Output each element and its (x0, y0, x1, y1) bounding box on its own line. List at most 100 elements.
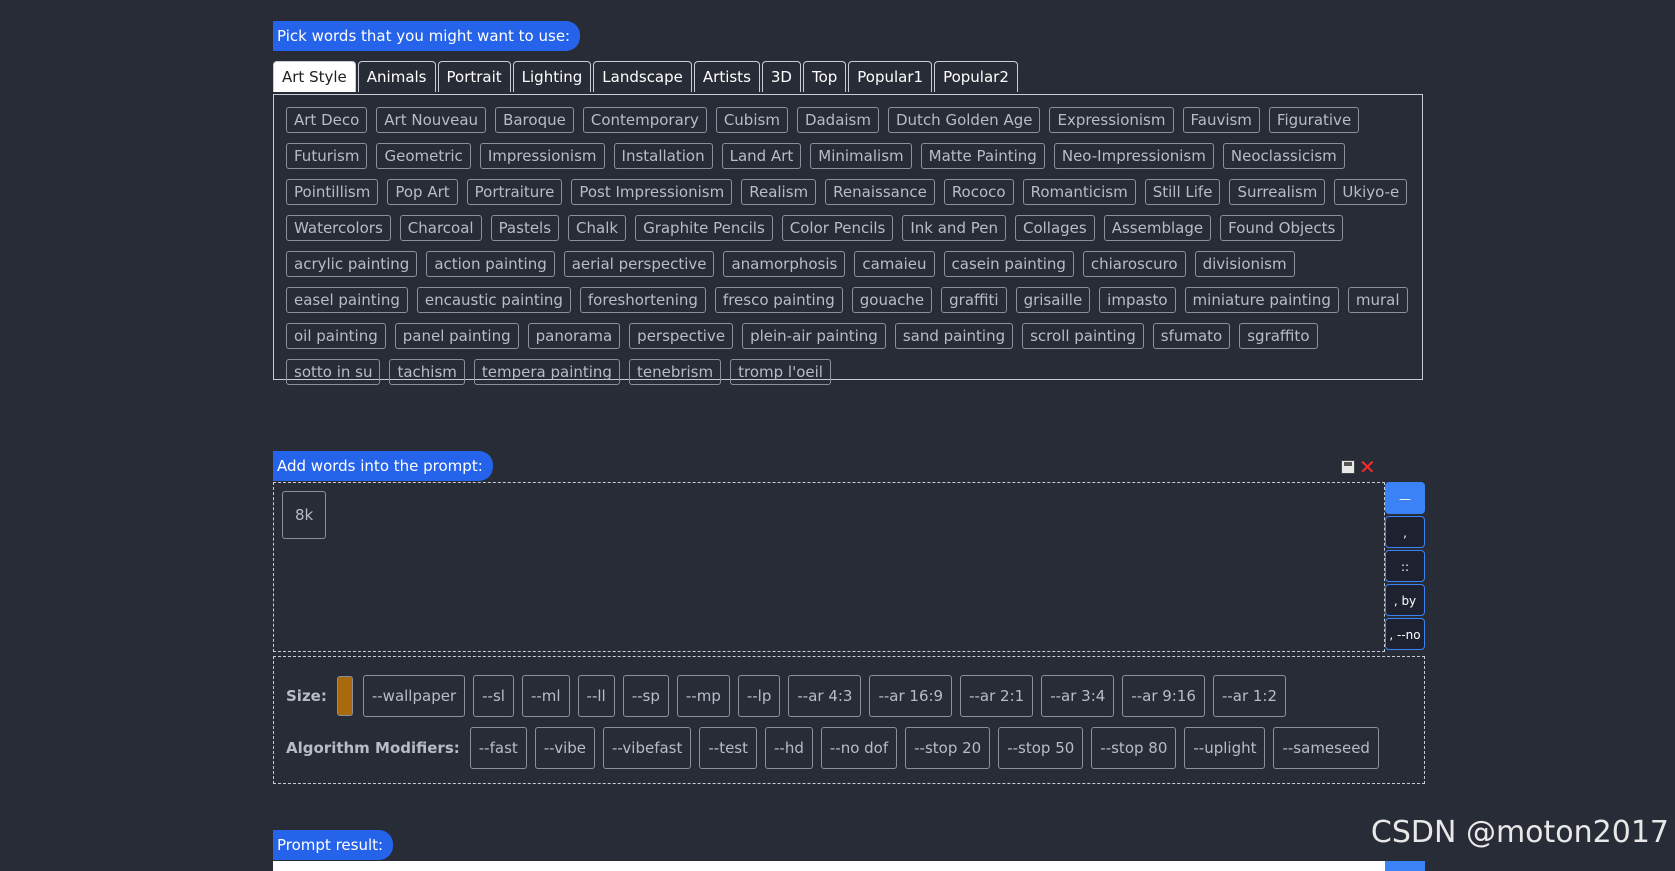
algorithm-option-button[interactable]: --fast (469, 727, 527, 769)
word-chip[interactable]: Neoclassicism (1222, 143, 1345, 169)
word-chip[interactable]: casein painting (943, 251, 1074, 277)
word-chip[interactable]: Color Pencils (781, 215, 894, 241)
word-chip[interactable]: Realism (741, 179, 817, 205)
word-chip[interactable]: sgraffito (1239, 323, 1318, 349)
word-chip[interactable]: Ukiyo-e (1334, 179, 1408, 205)
tab-landscape[interactable]: Landscape (593, 61, 692, 92)
word-chip[interactable]: Figurative (1268, 107, 1360, 133)
size-option-button[interactable]: --ar 9:16 (1122, 675, 1205, 717)
save-icon[interactable] (1341, 460, 1355, 474)
copy-result-button[interactable] (1385, 861, 1425, 871)
word-chip[interactable]: acrylic painting (286, 251, 418, 277)
size-option-button[interactable]: --ar 3:4 (1041, 675, 1115, 717)
word-chip[interactable]: tenebrism (628, 359, 722, 385)
word-chip[interactable]: Post Impressionism (571, 179, 733, 205)
close-icon[interactable]: ✕ (1359, 457, 1376, 477)
word-chip[interactable]: chiaroscuro (1082, 251, 1186, 277)
size-option-button[interactable]: --ar 2:1 (960, 675, 1034, 717)
prompt-word-chip[interactable]: 8k (282, 491, 327, 539)
word-chip[interactable]: sfumato (1152, 323, 1231, 349)
separator-button[interactable]: — (1385, 482, 1425, 514)
tab-artists[interactable]: Artists (693, 61, 760, 92)
separator-button[interactable]: , by (1385, 584, 1425, 616)
word-chip[interactable]: panel painting (394, 323, 519, 349)
word-chip[interactable]: action painting (426, 251, 555, 277)
size-option-button[interactable]: --ar 16:9 (869, 675, 953, 717)
size-option-button[interactable]: --ar 4:3 (788, 675, 862, 717)
word-chip[interactable]: Surrealism (1229, 179, 1326, 205)
tab-art-style[interactable]: Art Style (273, 61, 356, 92)
word-chip[interactable]: Romanticism (1022, 179, 1136, 205)
word-chip[interactable]: panorama (527, 323, 621, 349)
word-chip[interactable]: Expressionism (1049, 107, 1174, 133)
prompt-result-field[interactable] (273, 861, 1385, 871)
word-chip[interactable]: Found Objects (1220, 215, 1344, 241)
word-chip[interactable]: Pointillism (286, 179, 379, 205)
word-chip[interactable]: scroll painting (1022, 323, 1144, 349)
word-chip[interactable]: oil painting (286, 323, 386, 349)
size-option-button[interactable]: --sp (622, 675, 669, 717)
word-chip[interactable]: Chalk (568, 215, 627, 241)
word-chip[interactable]: miniature painting (1184, 287, 1339, 313)
word-chip[interactable]: Cubism (715, 107, 788, 133)
word-chip[interactable]: Pop Art (387, 179, 458, 205)
algorithm-option-button[interactable]: --no dof (820, 727, 898, 769)
size-option-button[interactable]: --ml (521, 675, 570, 717)
size-option-button[interactable]: --mp (676, 675, 730, 717)
word-chip[interactable]: foreshortening (579, 287, 706, 313)
word-chip[interactable]: Art Deco (286, 107, 368, 133)
algorithm-option-button[interactable]: --stop 80 (1091, 727, 1177, 769)
word-chip[interactable]: sand painting (894, 323, 1014, 349)
algorithm-option-button[interactable]: --uplight (1184, 727, 1266, 769)
algorithm-option-button[interactable]: --hd (765, 727, 813, 769)
word-chip[interactable]: encaustic painting (416, 287, 571, 313)
word-chip[interactable]: Still Life (1144, 179, 1221, 205)
size-option-button[interactable]: --lp (737, 675, 781, 717)
word-chip[interactable]: Matte Painting (920, 143, 1045, 169)
tab-popular1[interactable]: Popular1 (848, 61, 933, 92)
word-chip[interactable]: Assemblage (1103, 215, 1212, 241)
prompt-word-box[interactable]: 8k (273, 482, 1385, 652)
word-chip[interactable]: Geometric (376, 143, 471, 169)
word-chip[interactable]: aerial perspective (563, 251, 715, 277)
algorithm-option-button[interactable]: --sameseed (1273, 727, 1379, 769)
word-chip[interactable]: Fauvism (1182, 107, 1260, 133)
word-chip[interactable]: Charcoal (399, 215, 482, 241)
word-chip[interactable]: sotto in su (286, 359, 381, 385)
word-chip[interactable]: plein-air painting (742, 323, 886, 349)
word-chip[interactable]: anamorphosis (723, 251, 846, 277)
word-chip[interactable]: Minimalism (810, 143, 912, 169)
size-option-button[interactable]: --ll (577, 675, 615, 717)
word-chip[interactable]: tromp l'oeil (730, 359, 831, 385)
word-chip[interactable]: Collages (1014, 215, 1095, 241)
size-option-button[interactable]: --ar 1:2 (1212, 675, 1287, 717)
word-chip[interactable]: Contemporary (582, 107, 707, 133)
size-option-button[interactable]: --sl (473, 675, 514, 717)
separator-button[interactable]: :: (1385, 550, 1425, 582)
word-chip[interactable]: fresco painting (714, 287, 843, 313)
word-chip[interactable]: divisionism (1194, 251, 1295, 277)
word-chip[interactable]: Futurism (286, 143, 368, 169)
word-chip[interactable]: Dutch Golden Age (888, 107, 1041, 133)
word-chip[interactable]: Neo-Impressionism (1053, 143, 1214, 169)
word-chip[interactable]: camaieu (854, 251, 935, 277)
tab-animals[interactable]: Animals (357, 61, 436, 92)
word-chip[interactable]: Installation (613, 143, 713, 169)
algorithm-option-button[interactable]: --vibefast (602, 727, 692, 769)
word-chip[interactable]: perspective (629, 323, 734, 349)
word-chip[interactable]: Art Nouveau (376, 107, 487, 133)
tab-top[interactable]: Top (802, 61, 847, 92)
word-chip[interactable]: Graphite Pencils (635, 215, 773, 241)
tab-popular2[interactable]: Popular2 (934, 61, 1018, 92)
algorithm-option-button[interactable]: --stop 20 (905, 727, 991, 769)
word-chip[interactable]: Ink and Pen (902, 215, 1006, 241)
word-chip[interactable]: graffiti (941, 287, 1007, 313)
word-chip[interactable]: impasto (1099, 287, 1176, 313)
algorithm-option-button[interactable]: --stop 50 (998, 727, 1084, 769)
separator-button[interactable]: , --no (1385, 618, 1425, 650)
size-option-button[interactable]: --wallpaper (362, 675, 466, 717)
word-chip[interactable]: gouache (851, 287, 933, 313)
word-chip[interactable]: Land Art (721, 143, 802, 169)
word-chip[interactable]: easel painting (286, 287, 408, 313)
separator-button[interactable]: , (1385, 516, 1425, 548)
